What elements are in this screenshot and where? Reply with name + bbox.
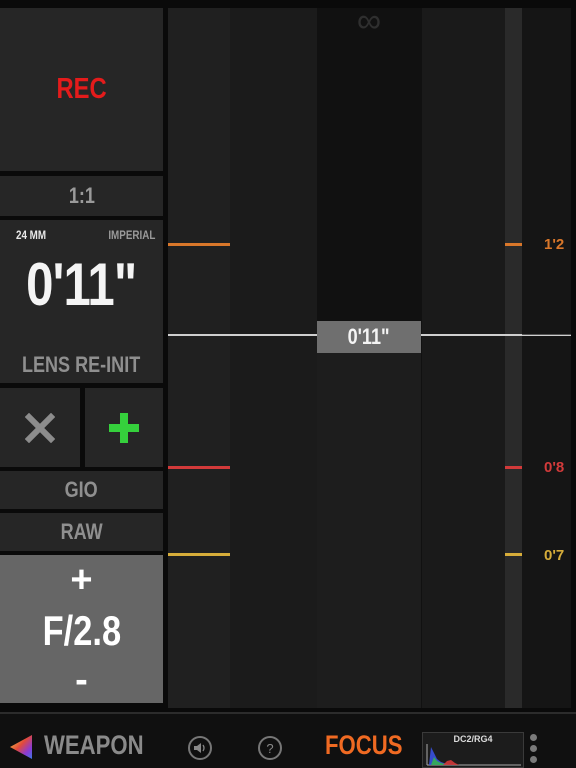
camera-label: GIO: [64, 477, 99, 502]
speaker-icon: [194, 743, 205, 753]
iris-increase-button[interactable]: +: [0, 559, 163, 602]
iris-decrease-button[interactable]: -: [0, 659, 163, 702]
iris-control: + F/2.8 -: [0, 555, 163, 703]
plus-icon: [109, 412, 139, 443]
focus-mark-line-left: [168, 243, 230, 246]
focus-mark-line-left: [168, 466, 230, 469]
scale-lane: [421, 8, 506, 708]
current-focus-indicator[interactable]: 0'11": [317, 321, 421, 353]
help-icon: ?: [266, 740, 274, 756]
infinity-symbol: ∞: [356, 2, 382, 40]
dot-icon: [530, 756, 537, 763]
dot-icon: [530, 745, 537, 752]
dot-icon: [530, 734, 537, 741]
speaker-button[interactable]: [188, 736, 212, 760]
focus-mark-label[interactable]: 0'7: [544, 547, 564, 564]
histogram-panel[interactable]: DC2/RG4: [422, 732, 524, 768]
rec-label: REC: [56, 73, 107, 105]
current-focus-line-right: [522, 334, 571, 335]
scale-lane: [505, 8, 522, 708]
focal-length: 24 MM: [16, 228, 47, 242]
focus-mark-line-right: [505, 243, 522, 246]
lens-reinit-button[interactable]: LENS RE-INIT: [0, 352, 163, 378]
focus-mark-line-left: [168, 553, 230, 556]
weapon-menu-button[interactable]: WEAPON: [44, 730, 166, 761]
focus-mark-line-right: [505, 553, 522, 556]
add-mark-button[interactable]: [85, 388, 163, 467]
focus-mode-button[interactable]: FOCUS: [325, 730, 420, 761]
aspect-ratio-button[interactable]: 1:1: [0, 176, 163, 216]
bottom-toolbar: WEAPON ? FOCUS DC2/RG4: [0, 712, 576, 768]
more-options-button[interactable]: [530, 734, 540, 767]
scale-lane: [522, 8, 571, 708]
help-button[interactable]: ?: [258, 736, 282, 760]
camera-select-button[interactable]: GIO: [0, 471, 163, 509]
iris-value: F/2.8: [42, 607, 121, 654]
scale-lane: [230, 8, 318, 708]
focus-mark-label[interactable]: 1'2: [544, 236, 564, 253]
aspect-ratio-label: 1:1: [68, 183, 95, 208]
rec-button[interactable]: REC: [0, 8, 163, 171]
scale-lane: [168, 8, 230, 708]
focus-distance-readout: 0'11": [26, 251, 137, 318]
units-toggle[interactable]: IMPERIAL: [108, 228, 155, 242]
focus-mark-label[interactable]: 0'8: [544, 459, 564, 476]
format-select-button[interactable]: RAW: [0, 513, 163, 551]
scale-lane-center-top: [317, 8, 421, 321]
histogram-graph: [426, 744, 521, 766]
x-icon: [25, 412, 55, 443]
lens-info-panel: 24 MM IMPERIAL 0'11" LENS RE-INIT: [0, 220, 163, 383]
focus-scale[interactable]: ∞ 1'2 0'8 0'7 0'11": [168, 2, 571, 708]
focus-mark-line-right: [505, 466, 522, 469]
format-label: RAW: [60, 519, 103, 544]
clear-mark-button[interactable]: [0, 388, 80, 467]
color-triangle-icon[interactable]: [8, 734, 34, 760]
